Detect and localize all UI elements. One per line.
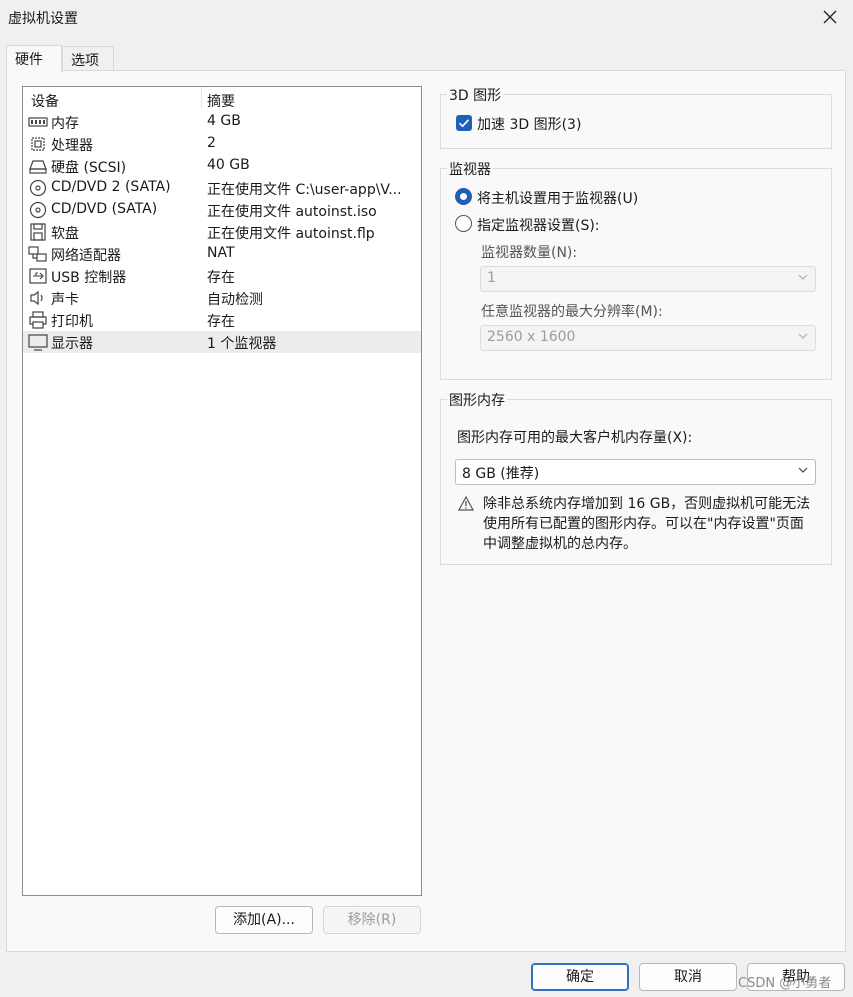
checkmark-icon	[458, 119, 470, 128]
accelerate-3d-checkbox[interactable]	[456, 115, 472, 131]
cd-dvd-icon	[29, 201, 47, 219]
device-row-hard-disk[interactable]: 硬盘 (SCSI) 40 GB	[23, 155, 421, 177]
remove-device-button[interactable]: 移除(R)	[323, 906, 421, 934]
device-row-cd-dvd[interactable]: CD/DVD (SATA) 正在使用文件 autoinst.iso	[23, 199, 421, 221]
device-row-printer[interactable]: 打印机 存在	[23, 309, 421, 331]
device-name: 打印机	[51, 314, 93, 330]
select-value: 8 GB (推荐)	[462, 466, 540, 482]
device-list[interactable]: 设备 摘要 内存 4 GB 处理器 2 硬盘 (SCSI) 40 GB CD/D…	[22, 86, 422, 896]
chevron-down-icon	[798, 333, 808, 339]
usb-icon	[29, 268, 47, 284]
chevron-down-icon	[798, 467, 808, 473]
device-summary: 存在	[207, 270, 235, 286]
tab-hardware[interactable]: 硬件	[6, 45, 62, 72]
device-name: 软盘	[51, 226, 79, 242]
memory-icon	[28, 117, 48, 127]
column-header-summary[interactable]: 摘要	[207, 91, 235, 111]
device-row-usb-controller[interactable]: USB 控制器 存在	[23, 265, 421, 287]
device-row-sound-card[interactable]: 声卡 自动检测	[23, 287, 421, 309]
group-legend: 3D 图形	[447, 85, 504, 105]
device-name: 网络适配器	[51, 248, 121, 264]
column-divider[interactable]	[201, 87, 202, 109]
device-name: 处理器	[51, 138, 93, 154]
column-header-device[interactable]: 设备	[31, 91, 59, 111]
specify-monitor-settings-radio[interactable]	[455, 215, 472, 232]
device-name: USB 控制器	[51, 270, 127, 286]
graphics-memory-select[interactable]: 8 GB (推荐)	[455, 459, 816, 485]
title-bar: 虚拟机设置	[0, 0, 853, 34]
monitor-icon	[28, 334, 48, 351]
select-value: 1	[487, 270, 496, 286]
use-host-settings-label[interactable]: 将主机设置用于监视器(U)	[477, 188, 638, 208]
accelerate-3d-label[interactable]: 加速 3D 图形(3)	[477, 114, 581, 134]
graphics-memory-label: 图形内存可用的最大客户机内存量(X):	[457, 430, 693, 446]
tab-label: 选项	[71, 53, 99, 69]
device-name: CD/DVD (SATA)	[51, 201, 158, 217]
device-row-network-adapter[interactable]: 网络适配器 NAT	[23, 243, 421, 265]
select-value: 2560 x 1600	[487, 329, 576, 345]
graphics-memory-group: 图形内存 图形内存可用的最大客户机内存量(X): 8 GB (推荐) 除非总系统…	[440, 390, 832, 565]
device-row-display[interactable]: 显示器 1 个监视器	[23, 331, 421, 353]
warning-icon	[458, 496, 474, 511]
watermark: CSDN @小勇者	[738, 976, 832, 991]
monitor-group: 监视器 将主机设置用于监视器(U) 指定监视器设置(S): 监视器数量(N): …	[440, 159, 832, 380]
device-summary: 正在使用文件 C:\user-app\V...	[207, 182, 402, 198]
max-resolution-select[interactable]: 2560 x 1600	[480, 325, 816, 351]
floppy-icon	[30, 223, 46, 241]
printer-icon	[29, 311, 47, 329]
add-device-button[interactable]: 添加(A)...	[215, 906, 313, 934]
device-summary: 正在使用文件 autoinst.iso	[207, 204, 377, 220]
device-summary: 存在	[207, 314, 235, 330]
graphics-memory-warning: 除非总系统内存增加到 16 GB，否则虚拟机可能无法使用所有已配置的图形内存。可…	[483, 496, 811, 552]
device-name: 硬盘 (SCSI)	[51, 160, 127, 176]
device-row-floppy[interactable]: 软盘 正在使用文件 autoinst.flp	[23, 221, 421, 243]
device-summary: 自动检测	[207, 292, 263, 308]
cancel-button[interactable]: 取消	[639, 963, 737, 991]
tab-label: 硬件	[15, 52, 43, 68]
graphics-3d-group: 3D 图形 加速 3D 图形(3)	[440, 85, 832, 149]
monitor-count-label: 监视器数量(N):	[481, 245, 578, 261]
device-summary: NAT	[207, 245, 235, 261]
processor-icon	[31, 137, 45, 151]
use-host-settings-radio[interactable]	[455, 188, 472, 205]
device-summary: 正在使用文件 autoinst.flp	[207, 226, 375, 242]
list-header: 设备 摘要	[23, 87, 421, 111]
group-legend: 监视器	[447, 159, 493, 179]
device-row-memory[interactable]: 内存 4 GB	[23, 111, 421, 133]
device-summary: 1 个监视器	[207, 336, 277, 352]
device-row-processor[interactable]: 处理器 2	[23, 133, 421, 155]
network-adapter-icon	[28, 246, 47, 262]
device-name: 声卡	[51, 292, 79, 308]
tab-options[interactable]: 选项	[62, 46, 114, 71]
device-row-cd-dvd-2[interactable]: CD/DVD 2 (SATA) 正在使用文件 C:\user-app\V...	[23, 177, 421, 199]
device-summary: 2	[207, 135, 216, 151]
device-summary: 4 GB	[207, 113, 241, 129]
window-title: 虚拟机设置	[8, 11, 78, 27]
hard-disk-icon	[29, 160, 47, 174]
max-resolution-label: 任意监视器的最大分辨率(M):	[481, 304, 663, 320]
close-icon	[823, 10, 837, 24]
close-button[interactable]	[807, 0, 853, 34]
group-legend: 图形内存	[447, 390, 507, 410]
chevron-down-icon	[798, 274, 808, 280]
device-name: 显示器	[51, 336, 93, 352]
speaker-icon	[30, 290, 43, 306]
device-name: 内存	[51, 116, 79, 132]
device-name: CD/DVD 2 (SATA)	[51, 179, 171, 195]
ok-button[interactable]: 确定	[531, 963, 629, 991]
cd-dvd-icon	[29, 179, 47, 197]
monitor-count-select[interactable]: 1	[480, 266, 816, 292]
device-summary: 40 GB	[207, 157, 250, 173]
specify-monitor-settings-label[interactable]: 指定监视器设置(S):	[477, 215, 600, 235]
